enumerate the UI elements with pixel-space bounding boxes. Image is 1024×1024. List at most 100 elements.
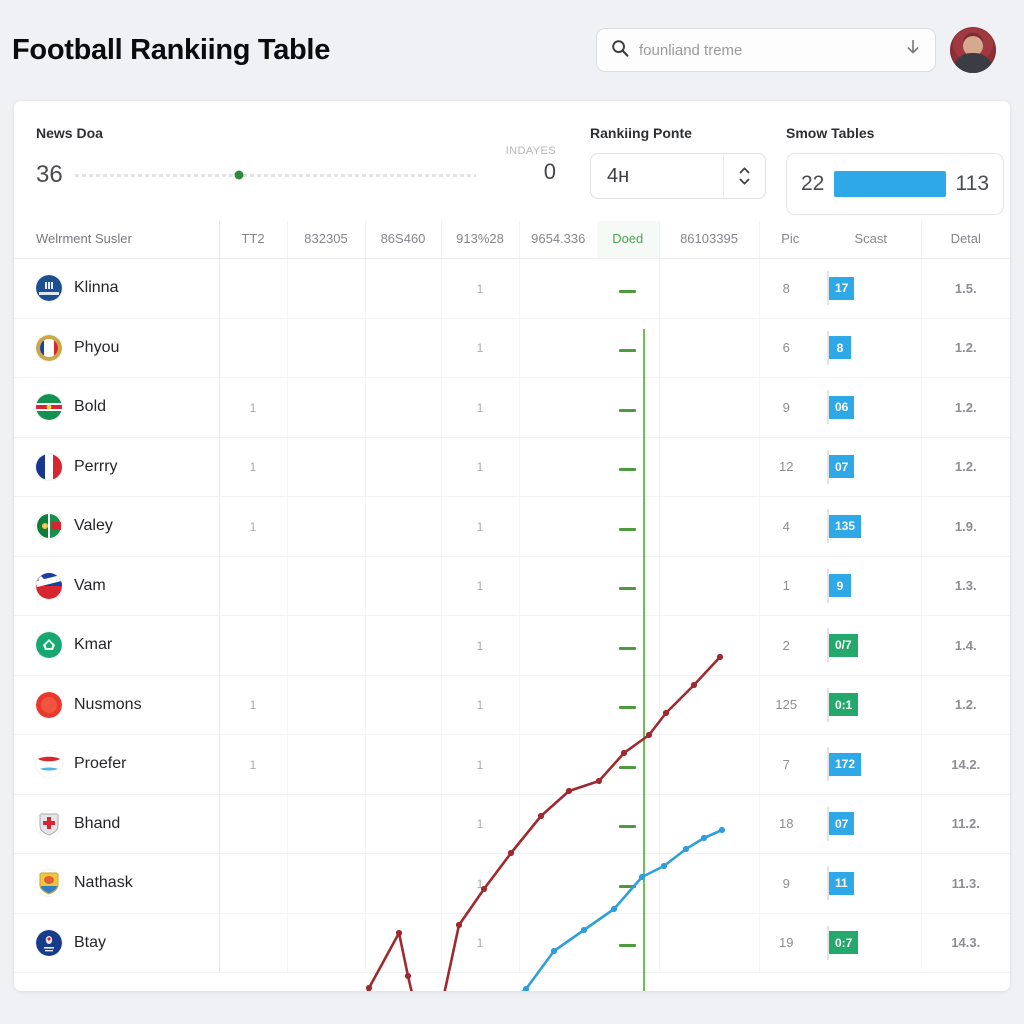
- cell-tt2: [219, 913, 287, 973]
- flag-icon: [36, 811, 62, 837]
- team-cell[interactable]: Btay: [14, 913, 220, 973]
- cell-86103395: [658, 318, 759, 378]
- cell-badge: 172: [821, 734, 921, 795]
- show-tables-range[interactable]: 22 113: [786, 153, 1004, 215]
- cell-832305: [286, 556, 365, 616]
- page-title: Football Rankiing Table: [12, 33, 331, 66]
- cell-86s460: [364, 258, 441, 319]
- team-cell[interactable]: Kmar: [14, 615, 220, 676]
- cell-doed: [597, 318, 659, 378]
- cell-detal: 11.2.: [920, 794, 1010, 854]
- table-row[interactable]: Proefer 1 1 7 172 14.2.: [14, 734, 1010, 795]
- cell-doed: [597, 734, 659, 795]
- cell-badge: 0:1: [821, 675, 921, 735]
- col-header-pic[interactable]: Pic: [758, 221, 821, 259]
- cell-9654336: [518, 437, 597, 497]
- cell-tt2: [219, 853, 287, 914]
- col-header-team[interactable]: Welrment Susler: [14, 221, 220, 259]
- cell-rank: 7: [758, 734, 821, 795]
- team-cell[interactable]: Klinna: [14, 258, 220, 319]
- cell-86s460: [364, 318, 441, 378]
- cell-913-28: 1: [440, 853, 519, 914]
- table-row[interactable]: Nathask 1 9 11 11.3.: [14, 853, 1010, 914]
- table-row[interactable]: Bhand 1 18 07 11.2.: [14, 794, 1010, 854]
- cell-doed: [597, 853, 659, 914]
- team-name: Vam: [74, 576, 106, 594]
- news-slider-group: News Doa 36: [36, 125, 476, 189]
- table-row[interactable]: Vam 1 1 9 1.3.: [14, 556, 1010, 616]
- cell-913-28: 1: [440, 675, 519, 735]
- table-row[interactable]: Kmar 1 2 0/7 1.4.: [14, 615, 1010, 676]
- cell-913-28: 1: [440, 258, 519, 319]
- flag-icon: [36, 572, 62, 599]
- cell-detal: 11.3.: [920, 853, 1010, 914]
- team-cell[interactable]: Phyou: [14, 318, 220, 378]
- team-cell[interactable]: Nusmons: [14, 675, 220, 735]
- cell-913-28: 1: [440, 556, 519, 616]
- news-slider-knob[interactable]: [234, 170, 244, 180]
- download-icon[interactable]: [905, 38, 921, 62]
- col-header-832305[interactable]: 832305: [286, 221, 365, 259]
- ranking-table: Welrment Susler TT2 832305 86S460 913%28…: [14, 221, 1010, 973]
- cell-tt2: [219, 258, 287, 319]
- stepper-arrows[interactable]: [723, 154, 765, 198]
- cell-9654336: [518, 734, 597, 795]
- cell-detal: 1.9.: [920, 496, 1010, 557]
- table-row[interactable]: Btay 1 19 0:7 14.3.: [14, 913, 1010, 973]
- flag-icon: [36, 513, 62, 539]
- table-header-row: Welrment Susler TT2 832305 86S460 913%28…: [14, 221, 1010, 259]
- table-row[interactable]: Valey 1 1 4 135 1.9.: [14, 496, 1010, 557]
- flag-icon: [36, 275, 62, 302]
- cell-86103395: [658, 675, 759, 735]
- team-cell[interactable]: Perrry: [14, 437, 220, 497]
- team-cell[interactable]: Bhand: [14, 794, 220, 854]
- table-row[interactable]: Phyou 1 6 8 1.2.: [14, 318, 1010, 378]
- team-cell[interactable]: Vam: [14, 556, 220, 616]
- cell-tt2: [219, 615, 287, 676]
- team-cell[interactable]: Proefer: [14, 734, 220, 795]
- dash-icon: [619, 349, 637, 353]
- cell-832305: [286, 794, 365, 854]
- cell-86103395: [658, 615, 759, 676]
- cell-tt2: 1: [219, 734, 287, 795]
- col-header-scast[interactable]: Scast: [821, 221, 921, 259]
- chevron-down-icon: [739, 178, 750, 185]
- dash-icon: [619, 825, 637, 829]
- dash-icon: [619, 646, 637, 650]
- col-header-913-28[interactable]: 913%28: [440, 221, 519, 259]
- cell-detal: 1.4.: [920, 615, 1010, 676]
- table-row[interactable]: Klinna 1 8 17 1.5.: [14, 258, 1010, 319]
- cell-86s460: [364, 496, 441, 557]
- table-row[interactable]: Nusmons 1 1 125 0:1 1.2.: [14, 675, 1010, 735]
- news-slider-track[interactable]: [74, 170, 476, 180]
- col-header-9654336[interactable]: 9654.336: [518, 221, 597, 259]
- ranking-points-stepper[interactable]: 4н: [590, 153, 766, 199]
- cell-86s460: [364, 853, 441, 914]
- show-tables-bar[interactable]: [834, 171, 946, 197]
- cell-832305: [286, 437, 365, 497]
- cell-832305: [286, 913, 365, 973]
- col-header-tt2[interactable]: TT2: [219, 221, 287, 259]
- col-header-detal[interactable]: Detal: [920, 221, 1010, 259]
- table-row[interactable]: Bold 1 1 9 06 1.2.: [14, 377, 1010, 438]
- col-header-86s460[interactable]: 86S460: [364, 221, 441, 259]
- dash-icon: [619, 884, 637, 888]
- team-cell[interactable]: Bold: [14, 377, 220, 438]
- cell-86103395: [658, 734, 759, 795]
- team-cell[interactable]: Nathask: [14, 853, 220, 914]
- chevron-up-icon: [739, 167, 750, 174]
- flag-icon: [36, 632, 62, 659]
- team-cell[interactable]: Valey: [14, 496, 220, 557]
- col-header-doed[interactable]: Doed: [597, 221, 659, 259]
- col-header-86103395[interactable]: 86103395: [658, 221, 759, 259]
- cell-832305: [286, 734, 365, 795]
- avatar[interactable]: [950, 27, 996, 73]
- search-input[interactable]: founliand treme: [596, 28, 936, 72]
- main-card: News Doa 36 INDAYES 0 Rankiing Ponte 4н: [14, 101, 1010, 991]
- status-badge: 0:1: [829, 693, 859, 717]
- cell-832305: [286, 377, 365, 438]
- cell-doed: [597, 377, 659, 438]
- cell-86s460: [364, 615, 441, 676]
- cell-rank: 18: [758, 794, 821, 854]
- table-row[interactable]: Perrry 1 1 12 07 1.2.: [14, 437, 1010, 497]
